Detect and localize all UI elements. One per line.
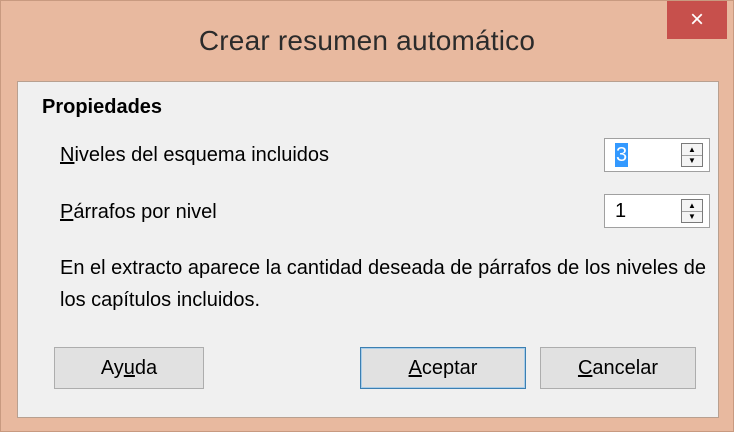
levels-spinbox[interactable]: 3 ▲ ▼ bbox=[604, 138, 710, 172]
paragraphs-spin-buttons[interactable]: ▲ ▼ bbox=[681, 199, 703, 223]
dialog-body: Propiedades Niveles del esquema incluido… bbox=[17, 81, 719, 418]
help-button[interactable]: Ayuda bbox=[54, 347, 204, 389]
description-text: En el extracto aparece la cantidad desea… bbox=[60, 257, 706, 311]
paragraphs-label: Párrafos por nivel bbox=[60, 201, 217, 224]
title-bar[interactable]: Crear resumen automático × bbox=[1, 1, 733, 81]
levels-spin-buttons[interactable]: ▲ ▼ bbox=[681, 143, 703, 167]
close-icon: × bbox=[689, 6, 704, 33]
cancel-button-label-end: ancelar bbox=[592, 357, 659, 379]
help-button-mnemonic: u bbox=[123, 357, 135, 379]
levels-label-mnemonic: N bbox=[60, 144, 75, 166]
ok-button[interactable]: Aceptar bbox=[360, 347, 526, 389]
cancel-button[interactable]: Cancelar bbox=[540, 347, 696, 389]
levels-label-text: iveles del esquema incluidos bbox=[74, 144, 330, 166]
arrow-down-icon[interactable]: ▼ bbox=[682, 155, 702, 166]
paragraphs-label-text: árrafos por nivel bbox=[73, 201, 217, 223]
close-button[interactable]: × bbox=[667, 1, 727, 39]
help-button-label-start: Ay bbox=[100, 357, 124, 379]
levels-label: Niveles del esquema incluidos bbox=[60, 144, 329, 167]
paragraphs-spinbox[interactable]: 1 ▲ ▼ bbox=[604, 194, 710, 228]
dialog-window: Crear resumen automático × Propiedades N… bbox=[0, 0, 734, 432]
help-button-label-end: da bbox=[134, 357, 158, 379]
paragraphs-value[interactable]: 1 bbox=[615, 199, 626, 223]
paragraphs-label-mnemonic: P bbox=[60, 201, 74, 223]
ok-button-label-end: ceptar bbox=[421, 357, 478, 379]
arrow-down-icon[interactable]: ▼ bbox=[682, 211, 702, 222]
dialog-title: Crear resumen automático bbox=[198, 25, 536, 56]
section-heading-properties: Propiedades bbox=[42, 96, 163, 118]
cancel-button-mnemonic: C bbox=[577, 357, 593, 379]
levels-value[interactable]: 3 bbox=[615, 143, 629, 167]
ok-button-mnemonic: A bbox=[408, 357, 422, 379]
